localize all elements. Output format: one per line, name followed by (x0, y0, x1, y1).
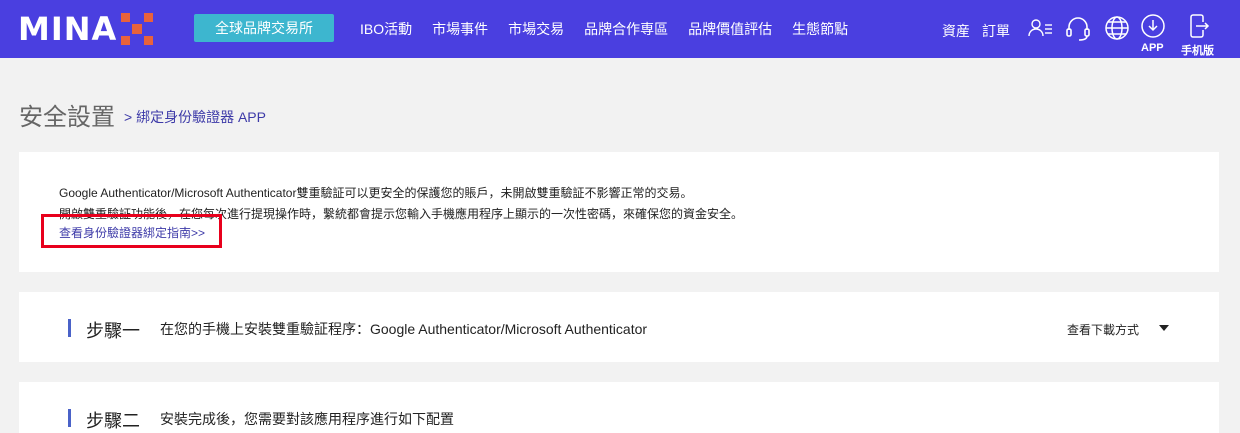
authenticator-guide-link[interactable]: 查看身份驗證器綁定指南>> (59, 224, 205, 241)
info-panel: Google Authenticator/Microsoft Authentic… (19, 152, 1219, 272)
nav-ibo[interactable]: IBO活動 (360, 19, 412, 39)
nav-brand-cooperation[interactable]: 品牌合作専區 (584, 19, 668, 39)
nav-ecosystem-nodes[interactable]: 生態節點 (792, 19, 848, 39)
headset-icon[interactable] (1064, 14, 1092, 42)
chevron-down-icon[interactable] (1159, 325, 1169, 331)
step-accent-bar (68, 409, 71, 427)
step-two-panel: 步驟二 安裝完成後，您需要對該應用程序進行如下配置 (19, 382, 1219, 433)
nav-orders[interactable]: 訂單 (982, 21, 1010, 41)
logo-x-mark (121, 13, 154, 45)
logo-text: MINA (18, 10, 118, 48)
info-text-line-2: 開啟雙重驗証功能後，在您每次進行提現操作時，繫統都會提示您輸入手機應用程序上顯示… (59, 207, 744, 221)
view-download-methods-link[interactable]: 查看下載方式 (1067, 321, 1139, 338)
nav-brand-valuation[interactable]: 品牌價值評估 (688, 19, 772, 39)
download-icon[interactable] (1140, 13, 1168, 41)
main-nav: IBO活動 市場事件 市場交易 品牌合作専區 品牌價值評估 生態節點 (360, 0, 868, 58)
page-title: 安全設置 (19, 104, 115, 131)
step-one-description: 在您的手機上安裝雙重驗証程序：Google Authenticator/Micr… (160, 321, 648, 337)
top-navbar: MINA 全球品牌交易所 IBO活動 市場事件 市場交易 品牌合作専區 品牌價值… (0, 0, 1240, 58)
global-brand-exchange-button[interactable]: 全球品牌交易所 (194, 14, 334, 42)
mobile-version-label[interactable]: 手机版 (1181, 42, 1214, 58)
nav-assets[interactable]: 資産 (942, 21, 970, 41)
info-text-line-1: Google Authenticator/Microsoft Authentic… (59, 186, 693, 200)
step-two-description: 安裝完成後，您需要對該應用程序進行如下配置 (160, 411, 454, 427)
nav-market-events[interactable]: 市場事件 (432, 19, 488, 39)
globe-icon[interactable] (1103, 14, 1131, 42)
step-accent-bar (68, 319, 71, 337)
step-two-title: 步驟二 (86, 411, 140, 431)
breadcrumb[interactable]: > 綁定身份驗證器 APP (124, 107, 266, 127)
mina-logo[interactable]: MINA (18, 10, 154, 48)
app-label[interactable]: APP (1141, 42, 1164, 54)
step-one-panel: 步驟一 在您的手機上安裝雙重驗証程序：Google Authenticator/… (19, 292, 1219, 362)
user-list-icon[interactable] (1026, 14, 1054, 42)
nav-market-trade[interactable]: 市場交易 (508, 19, 564, 39)
right-nav: 資産 訂單 APP 手机版 (930, 0, 1240, 58)
step-one-title: 步驟一 (86, 321, 140, 341)
mobile-exit-icon[interactable] (1186, 13, 1214, 41)
